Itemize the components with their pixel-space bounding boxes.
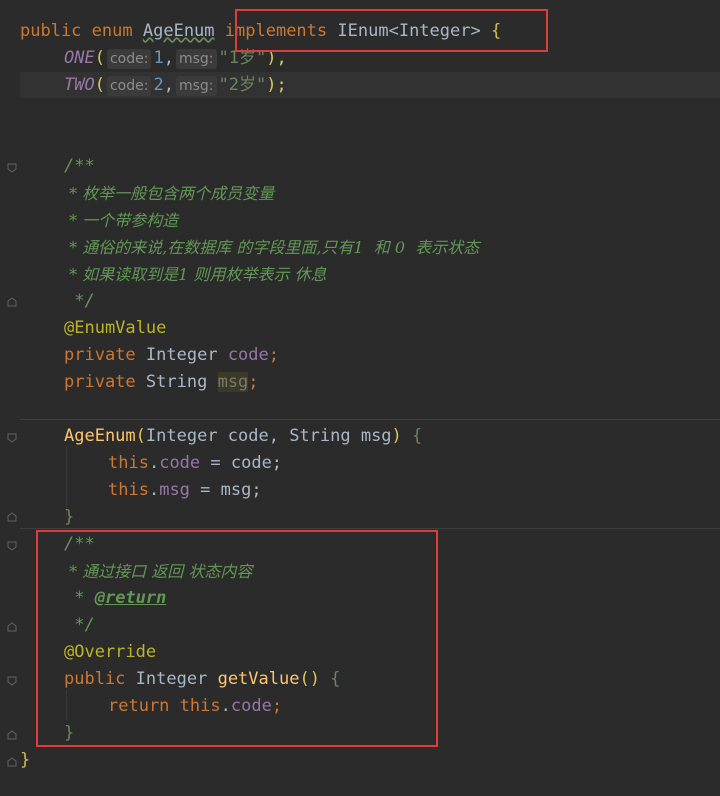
field-ref[interactable]: msg xyxy=(159,480,190,500)
doc-comment-open: /** xyxy=(64,156,95,176)
fold-icon[interactable] xyxy=(7,757,17,767)
enum-constant[interactable]: TWO xyxy=(64,75,95,95)
paren-close: ); xyxy=(266,75,287,95)
doc-comment-line: * 一个带参构造 xyxy=(64,211,179,230)
param-hint-code: code: xyxy=(106,76,152,96)
semicolon: ; xyxy=(268,345,280,365)
code-line-assign-code[interactable]: this.code = code; xyxy=(108,450,282,477)
doc-comment-line: * 枚举一般包含两个成员变量 xyxy=(64,184,275,203)
fold-icon[interactable] xyxy=(7,730,17,740)
method-separator xyxy=(20,528,720,529)
msg-value: "2岁" xyxy=(218,75,267,95)
field-ref[interactable]: code xyxy=(159,453,200,473)
paren-open: ( xyxy=(94,48,105,68)
constructor-params: Integer code, String msg xyxy=(145,426,392,446)
highlight-box-implements xyxy=(235,9,548,52)
code-line-field-msg[interactable]: private String msg; xyxy=(64,369,259,396)
fold-icon[interactable] xyxy=(7,541,17,551)
class-close-brace: } xyxy=(20,750,31,770)
semicolon: ; xyxy=(248,372,259,392)
code-line-constructor[interactable]: AgeEnum(Integer code, String msg) { xyxy=(64,423,422,450)
close-brace: } xyxy=(64,507,75,527)
constructor-name[interactable]: AgeEnum xyxy=(64,426,136,446)
code-value: 2 xyxy=(153,75,164,95)
doc-comment-line: * 通俗的来说,在数据库 的字段里面,只有1 和 0 表示状态 xyxy=(64,238,480,257)
paren-open: ( xyxy=(135,426,146,446)
fold-icon[interactable] xyxy=(7,512,17,522)
fold-icon[interactable] xyxy=(7,297,17,307)
assignment-rest: = msg; xyxy=(189,480,262,500)
paren-close: ) xyxy=(391,426,402,446)
param-hint-code: code: xyxy=(106,49,152,69)
doc-comment-close: */ xyxy=(64,291,95,311)
assignment-rest: = code; xyxy=(200,453,283,473)
fold-icon[interactable] xyxy=(7,622,17,632)
fold-icon[interactable] xyxy=(7,163,17,173)
keyword-private: private xyxy=(64,372,136,392)
code-value: 1 xyxy=(153,48,164,68)
keyword-enum: enum xyxy=(91,21,133,41)
dot: . xyxy=(148,480,160,500)
method-separator xyxy=(20,419,720,420)
comma: , xyxy=(163,75,174,95)
comma: , xyxy=(163,48,174,68)
keyword-this: this xyxy=(108,453,149,473)
keyword-public: public xyxy=(20,21,82,41)
param-hint-msg: msg: xyxy=(175,76,217,96)
code-line-field-code[interactable]: private Integer code; xyxy=(64,342,279,369)
fold-icon[interactable] xyxy=(7,676,17,686)
highlight-box-getvalue xyxy=(36,530,438,747)
fold-icon[interactable] xyxy=(7,433,17,443)
open-brace: { xyxy=(412,426,423,446)
type-name[interactable]: String xyxy=(146,372,207,392)
keyword-this: this xyxy=(108,480,149,500)
code-line-enum-constant-two[interactable]: TWO(code: 2, msg: "2岁"); xyxy=(64,72,287,99)
enum-name[interactable]: AgeEnum xyxy=(143,21,215,41)
field-name-unused[interactable]: msg xyxy=(217,372,249,392)
field-name[interactable]: code xyxy=(228,345,269,365)
param-hint-msg: msg: xyxy=(175,49,217,69)
type-name[interactable]: Integer xyxy=(146,345,218,365)
paren-open: ( xyxy=(94,75,105,95)
doc-comment-line: * 如果读取到是1 则用枚举表示 休息 xyxy=(64,265,327,284)
enum-constant[interactable]: ONE xyxy=(64,48,95,68)
keyword-private: private xyxy=(64,345,136,365)
annotation-enum-value[interactable]: @EnumValue xyxy=(64,315,166,342)
code-line-assign-msg[interactable]: this.msg = msg; xyxy=(108,477,262,504)
dot: . xyxy=(148,453,160,473)
